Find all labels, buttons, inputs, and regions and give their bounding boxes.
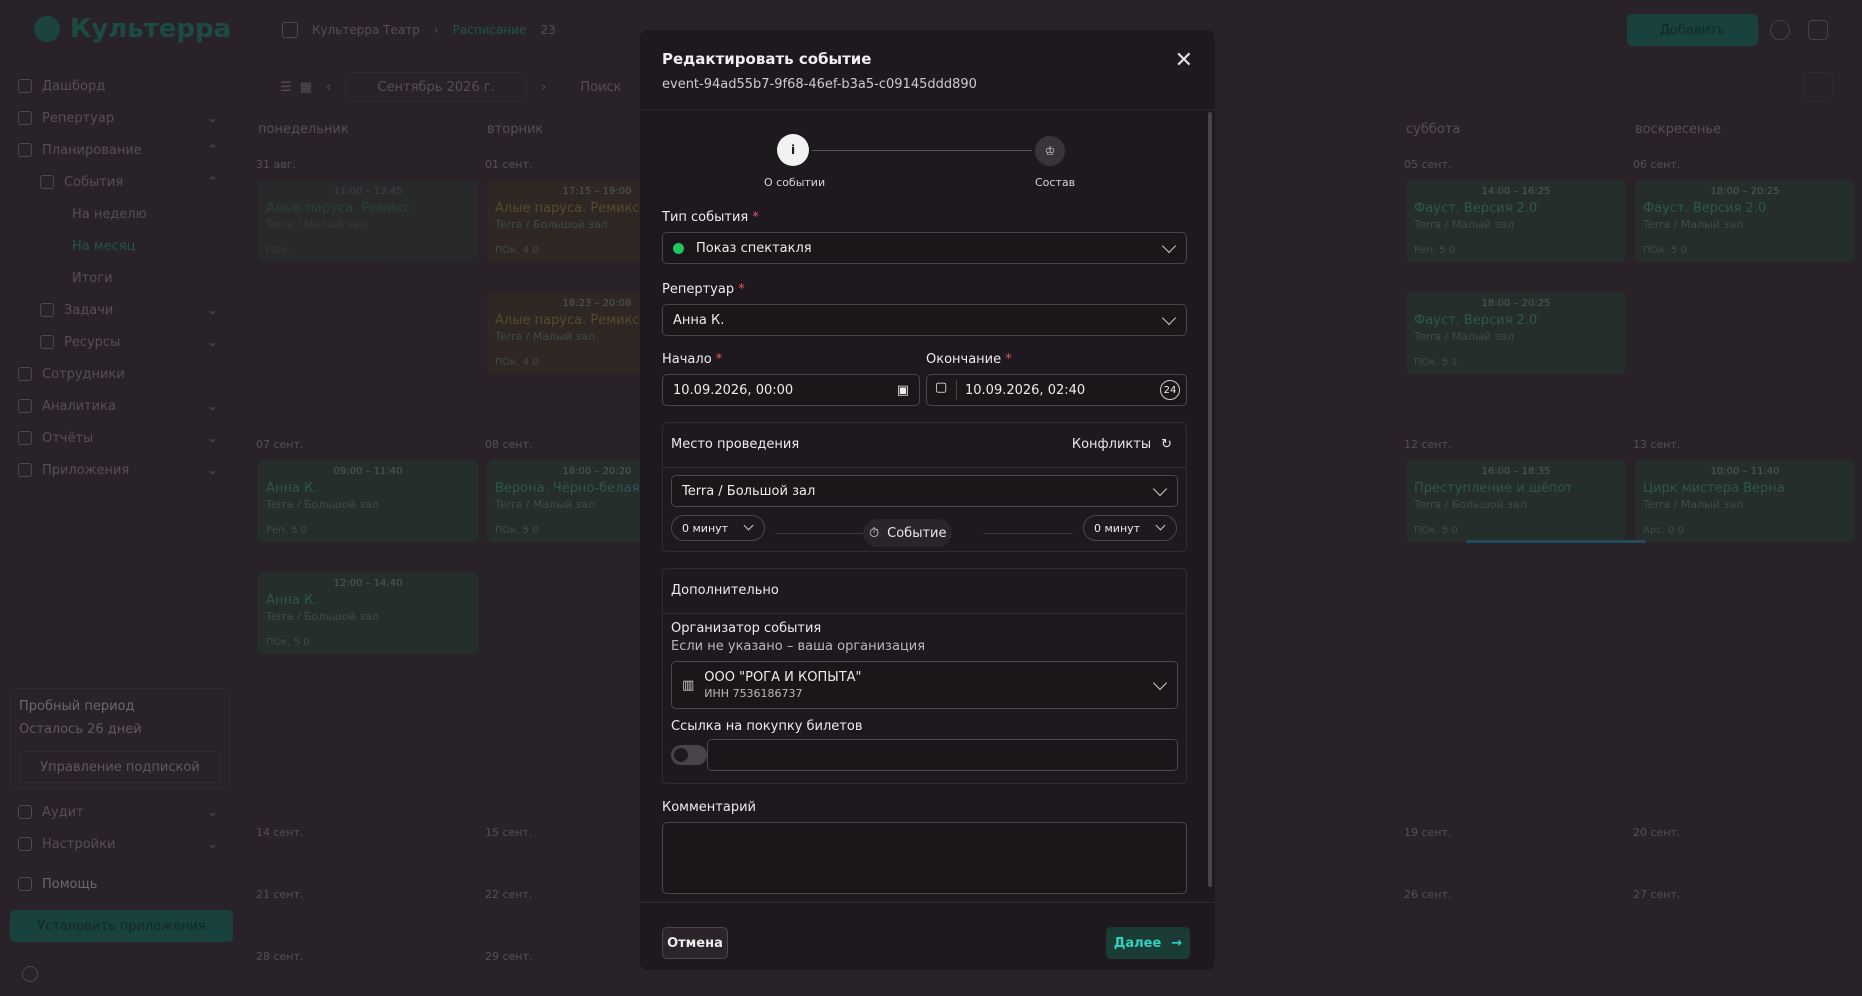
end-datetime-input[interactable]: ▢ 10.09.2026, 02:40 24 bbox=[926, 374, 1187, 406]
event-duration-pill: ⏱ Событие bbox=[863, 519, 953, 547]
step-cast-icon[interactable]: ♔ bbox=[1035, 136, 1065, 166]
refresh-icon: ↻ bbox=[1161, 437, 1172, 452]
cancel-label: Отмена bbox=[667, 935, 723, 951]
event-type-value: Показ спектакля bbox=[696, 240, 812, 256]
step-connector bbox=[812, 150, 1032, 151]
end-label-text: Окончание bbox=[926, 352, 1002, 367]
chevron-down-icon bbox=[743, 520, 754, 531]
timeline-line bbox=[983, 533, 1073, 534]
start-label-text: Начало bbox=[662, 352, 712, 367]
dialog-scrollbar[interactable] bbox=[1208, 112, 1212, 887]
chevron-down-icon bbox=[1161, 238, 1177, 254]
next-label: Далее bbox=[1113, 935, 1162, 951]
divider bbox=[663, 467, 1186, 468]
before-buffer-value: 0 минут bbox=[682, 521, 729, 535]
start-value: 10.09.2026, 00:00 bbox=[673, 382, 794, 398]
end-label: Окончание * bbox=[926, 352, 1012, 367]
repertoire-value: Анна К. bbox=[673, 312, 725, 328]
organizer-select[interactable]: ▥ ООО "РОГА И КОПЫТА" ИНН 7536186737 bbox=[671, 661, 1178, 709]
ticket-link-input[interactable] bbox=[707, 739, 1178, 771]
step-info-icon[interactable]: i bbox=[777, 134, 809, 166]
conflicts-label: Конфликты bbox=[1071, 437, 1152, 452]
arrow-right-icon: → bbox=[1171, 935, 1183, 951]
extra-label: Дополнительно bbox=[671, 583, 779, 598]
status-dot-icon bbox=[673, 242, 684, 254]
calendar-icon[interactable]: ▣ bbox=[897, 383, 909, 398]
repertoire-label-text: Репертуар bbox=[662, 282, 735, 297]
divider bbox=[663, 613, 1186, 614]
required-mark: * bbox=[752, 210, 759, 225]
venue-label: Место проведения bbox=[671, 437, 800, 452]
repertoire-label: Репертуар * bbox=[662, 282, 745, 297]
event-type-label-text: Тип события bbox=[662, 210, 749, 225]
required-mark: * bbox=[715, 352, 723, 367]
24h-icon[interactable]: 24 bbox=[1160, 380, 1180, 400]
dialog-title: Редактировать событие bbox=[662, 50, 872, 68]
event-type-label: Тип события * bbox=[662, 210, 759, 225]
app: Культерра Дашборд Репертуар ⌄ Планировани… bbox=[0, 0, 1862, 996]
required-mark: * bbox=[738, 282, 745, 297]
organizer-label: Организатор события bbox=[671, 621, 822, 636]
dialog-footer: Отмена Далее → bbox=[640, 902, 1215, 970]
step-info-label: О событии bbox=[764, 176, 826, 189]
chevron-down-icon bbox=[1155, 520, 1166, 531]
organizer-text: ООО "РОГА И КОПЫТА" ИНН 7536186737 bbox=[704, 670, 861, 700]
chevron-down-icon bbox=[1152, 675, 1168, 691]
stopwatch-icon: ⏱ bbox=[869, 525, 880, 541]
organizer-hint: Если не указано – ваша организация bbox=[671, 639, 926, 654]
lock-icon[interactable]: ▢ bbox=[935, 380, 957, 400]
edit-event-dialog: Редактировать событие event-94ad55b7-9f6… bbox=[640, 30, 1215, 970]
ticket-link-label: Ссылка на покупку билетов bbox=[671, 719, 863, 734]
end-value: 10.09.2026, 02:40 bbox=[965, 382, 1086, 398]
start-datetime-input[interactable]: 10.09.2026, 00:00 ▣ bbox=[662, 374, 920, 406]
conflicts-button[interactable]: Конфликты ↻ bbox=[1072, 437, 1172, 452]
venue-value: Terra / Большой зал bbox=[682, 483, 816, 499]
next-button[interactable]: Далее → bbox=[1106, 927, 1190, 959]
required-mark: * bbox=[1005, 352, 1012, 367]
timeline-line bbox=[775, 533, 865, 534]
venue-card: Место проведения Конфликты ↻ Terra / Боль… bbox=[662, 422, 1187, 552]
event-type-select[interactable]: Показ спектакля bbox=[662, 232, 1187, 264]
start-label: Начало * bbox=[662, 352, 722, 367]
repertoire-select[interactable]: Анна К. bbox=[662, 304, 1187, 336]
wizard-stepper: i ♔ О событии Состав bbox=[720, 134, 1140, 194]
event-pill-label: Событие bbox=[887, 525, 947, 541]
cancel-button[interactable]: Отмена bbox=[662, 927, 728, 959]
comment-textarea[interactable] bbox=[662, 822, 1187, 894]
building-icon: ▥ bbox=[682, 677, 695, 693]
chevron-down-icon bbox=[1152, 481, 1168, 497]
extra-card: Дополнительно Организатор события Если н… bbox=[662, 568, 1187, 784]
ticket-link-toggle[interactable] bbox=[671, 745, 707, 765]
close-icon[interactable]: ✕ bbox=[1175, 48, 1193, 73]
before-buffer-select[interactable]: 0 минут bbox=[671, 515, 765, 541]
organizer-inn: ИНН 7536186737 bbox=[704, 687, 803, 700]
event-id: event-94ad55b7-9f68-46ef-b3a5-c09145ddd8… bbox=[662, 77, 977, 92]
dialog-header: Редактировать событие event-94ad55b7-9f6… bbox=[640, 30, 1215, 110]
step-cast-label: Состав bbox=[1035, 176, 1076, 189]
chevron-down-icon bbox=[1161, 310, 1177, 326]
comment-label: Комментарий bbox=[662, 800, 756, 815]
venue-select[interactable]: Terra / Большой зал bbox=[671, 475, 1178, 507]
organizer-name: ООО "РОГА И КОПЫТА" bbox=[704, 670, 862, 685]
after-buffer-value: 0 минут bbox=[1094, 521, 1141, 535]
after-buffer-select[interactable]: 0 минут bbox=[1083, 515, 1177, 541]
